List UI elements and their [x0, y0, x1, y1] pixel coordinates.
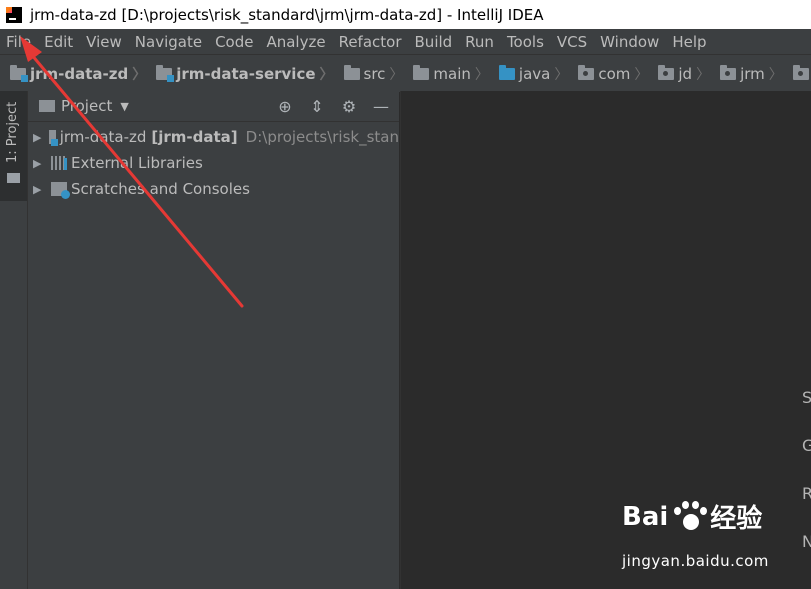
breadcrumb-main[interactable]: main 〉: [403, 64, 489, 84]
menu-vcs[interactable]: VCS: [550, 33, 593, 51]
folder-icon: [343, 64, 360, 80]
menu-analyze[interactable]: Analyze: [259, 33, 331, 51]
breadcrumb-module[interactable]: jrm-data-service 〉: [146, 64, 334, 84]
menu-navigate[interactable]: Navigate: [128, 33, 208, 51]
expand-arrow-icon[interactable]: ▶: [33, 183, 43, 196]
project-view-selector[interactable]: Project: [61, 97, 112, 115]
editor-hint: G: [802, 436, 811, 455]
folder-icon: [413, 64, 430, 80]
chevron-right-icon: 〉: [768, 66, 783, 83]
menu-file[interactable]: File: [0, 33, 37, 51]
project-tree: ▶ jrm-data-zd [jrm-data] D:\projects\ris…: [28, 122, 399, 202]
menu-bar: File Edit View Navigate Code Analyze Ref…: [0, 29, 811, 54]
project-panel-header: Project ▼ ⊕ ⇕ ⚙ —: [28, 91, 399, 122]
menu-refactor[interactable]: Refactor: [332, 33, 408, 51]
expand-arrow-icon[interactable]: ▶: [33, 131, 41, 144]
project-panel: Project ▼ ⊕ ⇕ ⚙ — ▶ jrm-data-zd [jrm-dat…: [28, 91, 399, 589]
breadcrumb-label: com: [598, 64, 631, 83]
tree-item-label: Scratches and Consoles: [71, 180, 250, 198]
menu-window[interactable]: Window: [593, 33, 665, 51]
breadcrumb-label: jrm-data-service: [176, 64, 316, 83]
menu-run[interactable]: Run: [458, 33, 500, 51]
title-bar: jrm-data-zd [D:\projects\risk_standard\j…: [0, 0, 811, 29]
breadcrumb-label: java: [518, 64, 551, 83]
chevron-right-icon: 〉: [132, 66, 147, 83]
tree-item-scratches[interactable]: ▶ Scratches and Consoles: [28, 176, 399, 202]
breadcrumb-project[interactable]: jrm-data-zd 〉: [0, 64, 146, 84]
left-tool-strip: 1: Project: [0, 91, 28, 589]
breadcrumb-label: main: [433, 64, 471, 83]
chevron-right-icon: 〉: [634, 66, 649, 83]
package-icon: [578, 64, 595, 80]
locate-icon[interactable]: ⊕: [275, 97, 295, 116]
breadcrumb-src[interactable]: src 〉: [334, 64, 404, 84]
menu-code[interactable]: Code: [208, 33, 259, 51]
breadcrumb-java[interactable]: java 〉: [489, 64, 568, 84]
tree-item-project[interactable]: ▶ jrm-data-zd [jrm-data] D:\projects\ris…: [28, 124, 399, 150]
chevron-down-icon[interactable]: ▼: [120, 100, 128, 113]
editor-hint: S: [802, 388, 811, 407]
menu-tools[interactable]: Tools: [500, 33, 550, 51]
breadcrumb-label: src: [363, 64, 386, 83]
scratches-icon: [51, 182, 70, 199]
tree-item-path: D:\projects\risk_stan: [245, 128, 399, 146]
tree-item-external-libraries[interactable]: ▶ External Libraries: [28, 150, 399, 176]
chevron-right-icon: 〉: [474, 66, 489, 83]
breadcrumb-label: jd: [678, 64, 693, 83]
expand-arrow-icon[interactable]: ▶: [33, 157, 43, 170]
window-title: jrm-data-zd [D:\projects\risk_standard\j…: [30, 5, 544, 24]
paw-icon: [670, 500, 708, 534]
tree-item-module-name: [jrm-data]: [151, 128, 238, 146]
breadcrumb-jd[interactable]: jd 〉: [648, 64, 710, 84]
navigation-bar: jrm-data-zd 〉 jrm-data-service 〉 src 〉 main…: [0, 54, 811, 93]
minimize-icon[interactable]: —: [371, 97, 391, 116]
menu-build[interactable]: Build: [408, 33, 459, 51]
intellij-app-icon: [6, 6, 22, 23]
gear-icon[interactable]: ⚙: [339, 97, 359, 116]
editor-hint: R: [802, 484, 811, 503]
breadcrumb-jrm[interactable]: jrm 〉: [710, 64, 783, 84]
baidu-watermark: Bai 经验: [622, 498, 762, 535]
package-icon: [658, 64, 675, 80]
source-folder-icon: [498, 64, 515, 80]
breadcrumb-data[interactable]: data〉: [783, 64, 811, 84]
module-folder-icon: [49, 130, 59, 146]
module-folder-icon: [156, 64, 175, 82]
watermark-brand: Bai: [622, 501, 669, 532]
package-icon: [792, 64, 809, 80]
chevron-right-icon: 〉: [554, 66, 569, 83]
folder-icon: [7, 173, 20, 183]
collapse-all-icon[interactable]: ⇕: [307, 97, 327, 116]
watermark-url: jingyan.baidu.com: [622, 552, 769, 570]
watermark-brand-cn: 经验: [710, 504, 763, 534]
tree-item-label: jrm-data-zd: [59, 128, 147, 146]
breadcrumb-label: jrm-data-zd: [30, 64, 129, 83]
breadcrumb-label: jrm: [740, 64, 765, 83]
module-folder-icon: [10, 64, 28, 82]
project-icon: [39, 100, 55, 112]
breadcrumb-com[interactable]: com 〉: [568, 64, 648, 84]
chevron-right-icon: 〉: [319, 66, 334, 83]
tree-item-label: External Libraries: [71, 154, 203, 172]
package-icon: [720, 64, 737, 80]
menu-help[interactable]: Help: [665, 33, 712, 51]
editor-hint: N: [802, 532, 811, 551]
menu-view[interactable]: View: [79, 33, 128, 51]
menu-edit[interactable]: Edit: [37, 33, 79, 51]
chevron-right-icon: 〉: [696, 66, 711, 83]
panel-toolbar: ⊕ ⇕ ⚙ —: [275, 97, 391, 116]
project-tool-tab[interactable]: 1: Project: [0, 91, 27, 201]
chevron-right-icon: 〉: [389, 66, 404, 83]
project-tool-tab-label: 1: Project: [5, 101, 20, 163]
library-icon: [51, 156, 67, 170]
